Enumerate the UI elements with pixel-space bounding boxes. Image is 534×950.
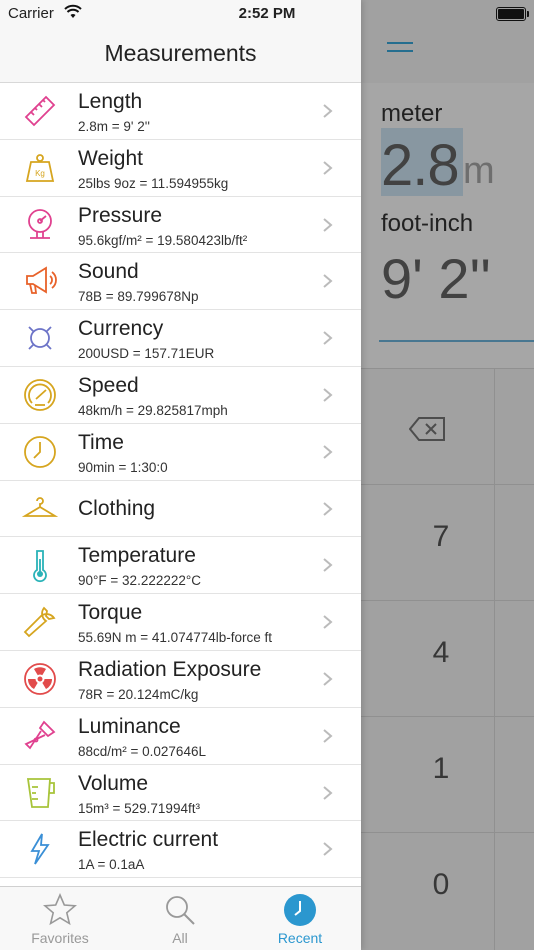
item-name: Length [78, 90, 143, 113]
item-name: Luminance [78, 714, 181, 738]
item-detail: 88cd/m² = 0.027646L [78, 743, 206, 759]
item-detail: 78R = 20.124mC/kg [78, 686, 199, 702]
item-name: Speed [78, 373, 139, 397]
chevron-right-icon [323, 501, 333, 516]
item-name: Temperature [78, 544, 196, 568]
chevron-right-icon [323, 331, 333, 345]
list-item-luminance[interactable]: Luminance 88cd/m² = 0.027646L [0, 708, 361, 765]
thermometer-icon [33, 550, 47, 583]
chevron-right-icon [323, 161, 333, 175]
chevron-right-icon [323, 388, 333, 402]
list-item-torque[interactable]: Torque 55.69N m = 41.074774lb-force ft [0, 594, 361, 651]
flashlight-icon [24, 720, 56, 750]
item-name: Weight [78, 146, 143, 170]
item-name: Torque [78, 601, 143, 625]
list-item-pressure[interactable]: Pressure 95.6kgf/m² = 19.580423lb/ft² [0, 197, 361, 254]
item-name: Sound [78, 260, 139, 284]
list-item-weight[interactable]: Kg Weight 25lbs 9oz = 11.594955kg [0, 140, 361, 197]
list-item-volume[interactable]: Volume 15m³ = 529.71994ft³ [0, 765, 361, 822]
currency-icon [28, 326, 52, 350]
chevron-right-icon [323, 445, 333, 459]
item-name: Electric current [78, 828, 219, 852]
item-detail: 95.6kgf/m² = 19.580423lb/ft² [78, 232, 248, 248]
measuring-cup-icon [26, 777, 55, 808]
tab-bar: Favorites All Recent [0, 886, 361, 950]
item-detail: 90min = 1:30:0 [78, 459, 168, 475]
tab-favorites[interactable]: Favorites [0, 887, 120, 950]
item-name: Currency [78, 317, 164, 341]
search-icon [166, 896, 195, 925]
status-time: 2:52 PM [238, 5, 296, 22]
item-detail: 78B = 89.799678Np [78, 289, 199, 305]
pressure-gauge-icon [28, 208, 52, 239]
tab-label: All [172, 930, 188, 946]
chevron-right-icon [323, 672, 333, 686]
item-detail: 2.8m = 9' 2'' [78, 119, 150, 134]
item-name: Pressure [78, 203, 163, 227]
list-item-clothing[interactable]: Clothing [0, 481, 361, 538]
tab-recent[interactable]: Recent [240, 887, 360, 950]
list-item-speed[interactable]: Speed 48km/h = 29.825817mph [0, 367, 361, 424]
list-item-sound[interactable]: Sound 78B = 89.799678Np [0, 253, 361, 311]
chevron-right-icon [323, 558, 333, 573]
item-detail: 1A = 0.1aA [78, 857, 145, 873]
clock-icon [284, 894, 316, 926]
weight-icon: Kg [25, 153, 55, 182]
chevron-right-icon [323, 274, 333, 289]
svg-text:Kg: Kg [35, 169, 45, 178]
dim-overlay[interactable] [361, 0, 534, 950]
star-icon [43, 893, 77, 926]
chevron-right-icon [323, 217, 333, 232]
chevron-right-icon [323, 104, 333, 118]
status-bar: Carrier 2:52 PM [0, 0, 534, 28]
wrench-icon [23, 606, 56, 638]
list-item-radiation-exposure[interactable]: Radiation Exposure 78R = 20.124mC/kg [0, 651, 361, 708]
chevron-right-icon [323, 785, 333, 800]
lightning-icon [30, 833, 50, 865]
list-item-temperature[interactable]: Temperature 90°F = 32.222222°C [0, 537, 361, 595]
drawer-title: Measurements [104, 40, 257, 66]
item-name: Time [78, 430, 124, 454]
clock-icon [24, 435, 56, 468]
tab-all[interactable]: All [120, 887, 240, 950]
list-item-length[interactable]: Length 2.8m = 9' 2'' [0, 83, 361, 140]
speedometer-icon [24, 379, 56, 411]
hanger-icon [22, 496, 58, 517]
measurement-list: Length 2.8m = 9' 2'' Kg Weight 25lbs 9oz… [0, 83, 361, 879]
item-detail: 48km/h = 29.825817mph [78, 402, 228, 418]
item-detail: 15m³ = 529.71994ft³ [78, 800, 200, 816]
list-item-time[interactable]: Time 90min = 1:30:0 [0, 424, 361, 481]
item-detail: 200USD = 157.71EUR [78, 346, 215, 362]
megaphone-icon [26, 266, 57, 295]
item-name: Volume [78, 771, 149, 795]
list-item-currency[interactable]: Currency 200USD = 157.71EUR [0, 310, 361, 367]
ruler-icon [24, 95, 56, 127]
chevron-right-icon [323, 729, 333, 743]
measurements-drawer: Measurements Length 2.8m = 9' 2'' Kg Wei… [0, 0, 361, 950]
item-name: Clothing [78, 496, 156, 520]
item-detail: 25lbs 9oz = 11.594955kg [78, 175, 229, 191]
battery-icon [496, 7, 529, 21]
chevron-right-icon [323, 842, 333, 857]
tab-label: Recent [277, 930, 323, 946]
converter-panel: meter 2.8 m foot-inch 9' 2'' 7 4 1 0 [361, 0, 534, 950]
tab-label: Favorites [31, 930, 89, 946]
list-item-electric-current[interactable]: Electric current 1A = 0.1aA [0, 821, 361, 879]
item-name: Radiation Exposure [78, 657, 262, 681]
chevron-right-icon [323, 615, 333, 629]
item-detail: 90°F = 32.222222°C [78, 573, 202, 589]
item-detail: 55.69N m = 41.074774lb-force ft [78, 630, 272, 646]
radiation-icon [24, 663, 56, 695]
